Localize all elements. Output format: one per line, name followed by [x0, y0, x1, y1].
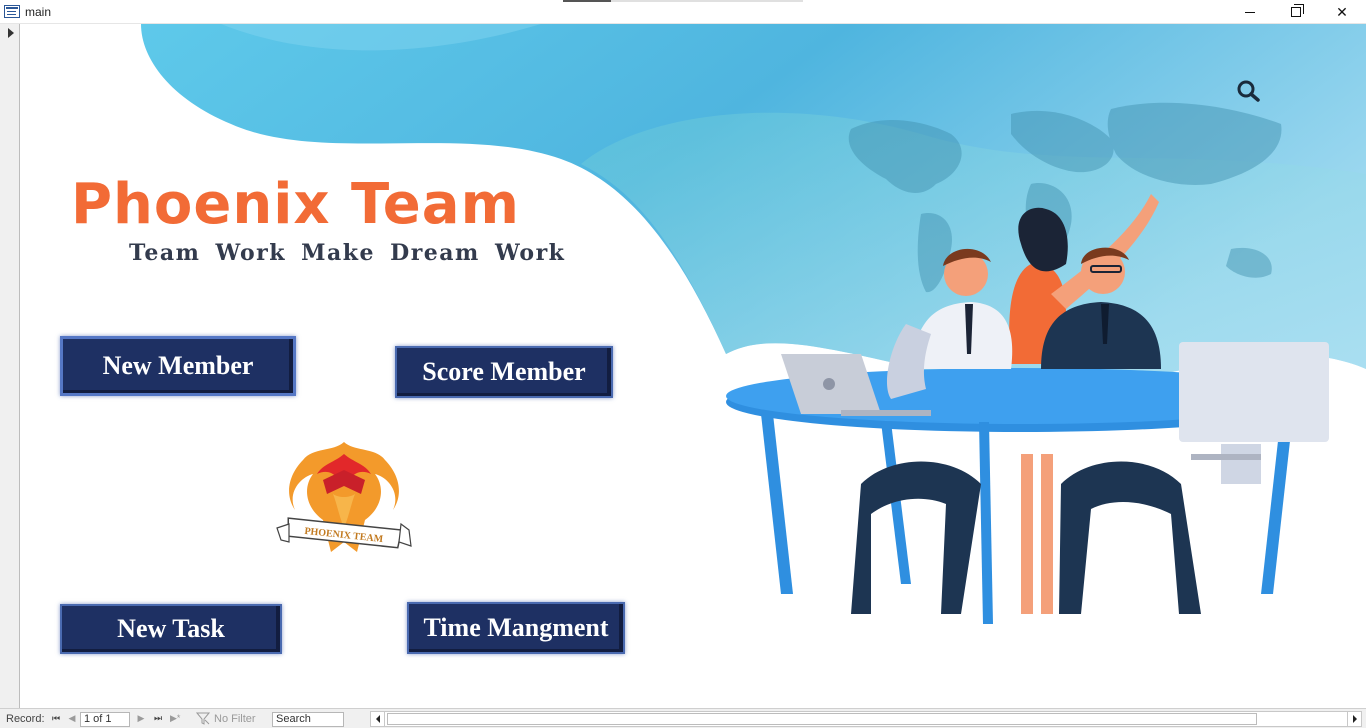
filter-icon[interactable] — [196, 712, 210, 725]
restore-button[interactable] — [1273, 0, 1319, 24]
scroll-thumb[interactable] — [387, 713, 1257, 725]
brand-tagline: Team Work Make Dream Work — [129, 240, 566, 266]
score-member-button[interactable]: Score Member — [395, 346, 613, 398]
phoenix-logo: PHOENIX TEAM — [276, 442, 412, 552]
time-management-button[interactable]: Time Mangment — [407, 602, 625, 654]
scroll-right-button[interactable] — [1347, 712, 1361, 726]
new-record-icon[interactable]: ▶* — [170, 713, 180, 724]
current-record-arrow-icon — [8, 28, 14, 38]
title-bar: main ✕ — [0, 0, 1366, 24]
form-icon — [4, 5, 20, 18]
restore-icon — [1291, 4, 1304, 17]
record-selector[interactable] — [0, 24, 20, 708]
horizontal-scrollbar[interactable] — [370, 711, 1362, 727]
new-task-button[interactable]: New Task — [60, 604, 282, 654]
tab-indicator — [563, 0, 803, 2]
previous-record-icon[interactable]: ◀ — [67, 713, 77, 724]
brand-title: Phoenix Team — [71, 172, 520, 237]
minimize-button[interactable] — [1227, 0, 1273, 24]
scroll-left-icon — [375, 715, 380, 723]
record-search-input[interactable]: Search — [272, 712, 344, 727]
scroll-left-button[interactable] — [371, 712, 385, 726]
close-button[interactable]: ✕ — [1319, 0, 1365, 24]
form-canvas: Phoenix Team Team Work Make Dream Work N… — [21, 24, 1366, 708]
filter-status[interactable]: No Filter — [214, 713, 256, 725]
access-form-window: main ✕ Phoenix Team Team Work Make Dream… — [0, 0, 1366, 728]
record-label: Record: — [6, 713, 45, 725]
new-member-button[interactable]: New Member — [60, 336, 296, 396]
scroll-right-icon — [1352, 715, 1357, 723]
next-record-icon[interactable]: ▶ — [136, 713, 146, 724]
minimize-icon — [1245, 11, 1255, 13]
last-record-icon[interactable]: ⏭ — [153, 713, 163, 724]
record-navigation-bar: Record: ⏮ ◀ 1 of 1 ▶ ⏭ ▶* No Filter Sear… — [0, 708, 1366, 728]
record-number-input[interactable]: 1 of 1 — [80, 712, 130, 727]
window-title: main — [25, 5, 52, 19]
close-icon: ✕ — [1336, 3, 1348, 20]
team-illustration — [726, 194, 1329, 624]
first-record-icon[interactable]: ⏮ — [51, 713, 61, 724]
search-icon[interactable] — [1234, 78, 1264, 104]
